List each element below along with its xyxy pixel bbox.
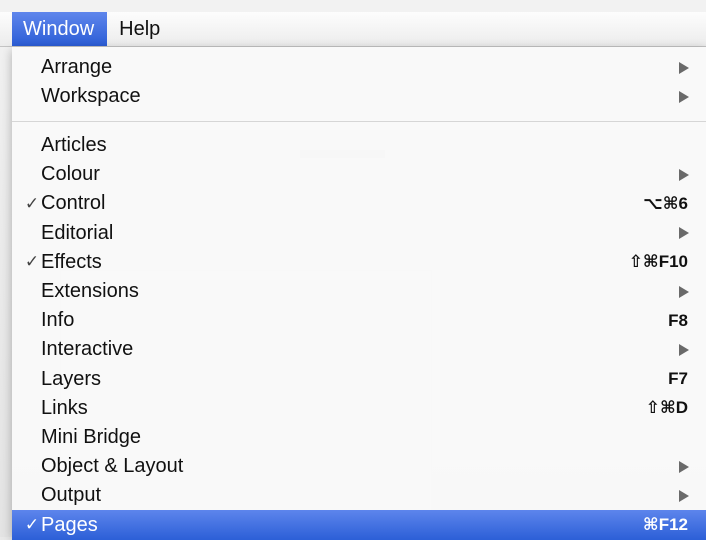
shortcut-label: ⌥⌘6 — [643, 193, 688, 213]
menu-item-control[interactable]: ✓ Control ⌥⌘6 — [12, 189, 706, 218]
submenu-arrow-icon — [679, 285, 689, 298]
menu-item-label: Articles — [41, 134, 107, 157]
menu-item-label: Extensions — [41, 280, 139, 303]
menu-item-pages[interactable]: ✓ Pages ⌘F12 — [12, 510, 706, 540]
menu-item-info[interactable]: Info F8 — [12, 306, 706, 335]
menu-item-label: Info — [41, 309, 75, 332]
submenu-arrow-icon — [679, 61, 689, 74]
window-menu-dropdown: Arrange Workspace Articles Colour ✓ Control ⌥… — [12, 47, 706, 540]
submenu-arrow-icon — [679, 168, 689, 181]
submenu-arrow-icon — [679, 90, 689, 103]
checkmark-icon: ✓ — [24, 515, 40, 535]
menubar-help[interactable]: Help — [107, 12, 172, 46]
menu-item-effects[interactable]: ✓ Effects ⇧⌘F10 — [12, 248, 706, 277]
menu-bar: Window Help — [0, 12, 706, 47]
menubar-window[interactable]: Window — [12, 12, 108, 46]
menu-group-panels: Articles Colour ✓ Control ⌥⌘6 Editorial ✓ Effec… — [12, 131, 706, 540]
menu-item-label: Workspace — [41, 85, 141, 108]
shortcut-label: F7 — [668, 369, 688, 389]
submenu-arrow-icon — [679, 489, 689, 502]
menu-item-articles[interactable]: Articles — [12, 131, 706, 160]
menu-item-mini-bridge[interactable]: Mini Bridge — [12, 423, 706, 452]
menu-item-arrange[interactable]: Arrange — [12, 53, 706, 82]
menu-item-layers[interactable]: Layers F7 — [12, 365, 706, 394]
menu-item-label: Interactive — [41, 338, 134, 361]
menu-item-object-and-layout[interactable]: Object & Layout — [12, 452, 706, 481]
menu-item-colour[interactable]: Colour — [12, 160, 706, 189]
checkmark-icon: ✓ — [24, 193, 40, 213]
menu-item-extensions[interactable]: Extensions — [12, 277, 706, 306]
submenu-arrow-icon — [679, 343, 689, 356]
menu-separator — [12, 121, 706, 122]
checkmark-icon: ✓ — [24, 252, 40, 272]
submenu-arrow-icon — [679, 227, 689, 240]
menu-item-label: Object & Layout — [41, 455, 184, 478]
menu-item-label: Arrange — [41, 56, 113, 79]
menu-item-label: Layers — [41, 367, 102, 390]
menu-item-workspace[interactable]: Workspace — [12, 82, 706, 111]
menu-item-label: Colour — [41, 163, 100, 186]
menu-item-label: Editorial — [41, 221, 114, 244]
menu-item-label: Pages — [41, 513, 98, 536]
shortcut-label: ⇧⌘D — [645, 398, 688, 418]
menu-item-label: Control — [41, 192, 106, 215]
menu-item-label: Links — [41, 396, 88, 419]
menu-item-links[interactable]: Links ⇧⌘D — [12, 394, 706, 423]
shortcut-label: F8 — [668, 310, 688, 330]
menu-item-interactive[interactable]: Interactive — [12, 335, 706, 364]
submenu-arrow-icon — [679, 460, 689, 473]
shortcut-label: ⇧⌘F10 — [628, 252, 688, 272]
shortcut-label: ⌘F12 — [642, 515, 688, 535]
menu-item-editorial[interactable]: Editorial — [12, 219, 706, 248]
menu-group-layout: Arrange Workspace — [12, 53, 706, 111]
menu-item-label: Mini Bridge — [41, 425, 142, 448]
menu-item-label: Output — [41, 484, 102, 507]
menu-item-label: Effects — [41, 250, 102, 273]
menu-item-output[interactable]: Output — [12, 481, 706, 510]
